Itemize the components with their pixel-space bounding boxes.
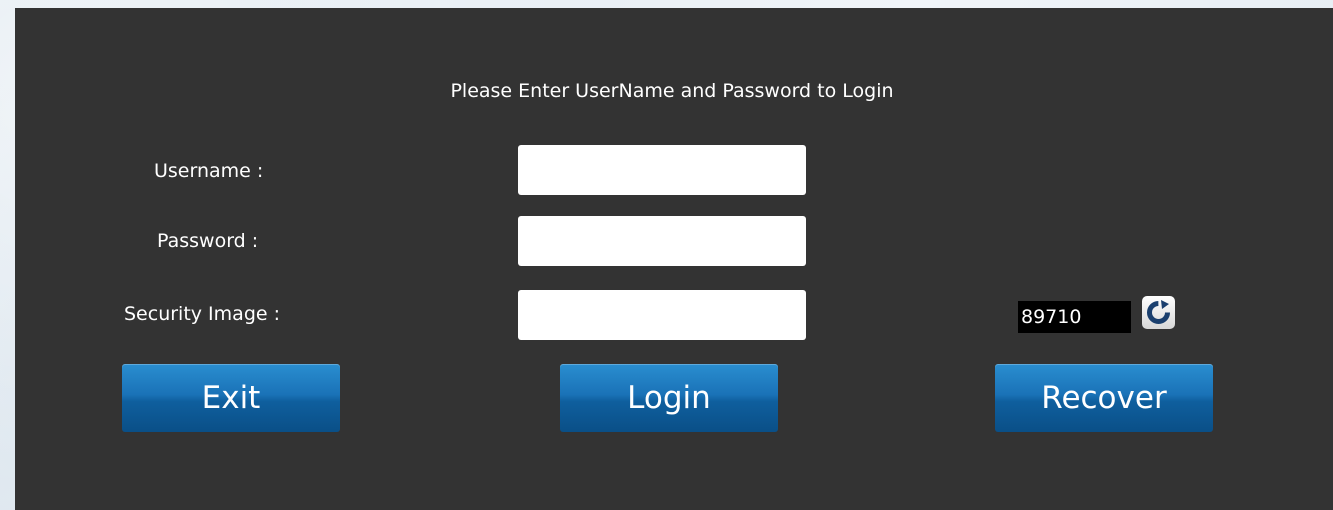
refresh-icon xyxy=(1147,300,1170,324)
security-image: 89710 xyxy=(1018,301,1131,333)
security-image-input[interactable] xyxy=(518,290,806,340)
username-label: Username : xyxy=(154,160,264,182)
login-panel: Please Enter UserName and Password to Lo… xyxy=(15,8,1333,510)
password-input[interactable] xyxy=(518,216,806,266)
recover-button[interactable]: Recover xyxy=(995,364,1213,432)
refresh-captcha-button[interactable] xyxy=(1142,296,1175,329)
password-label: Password : xyxy=(157,230,259,252)
exit-button[interactable]: Exit xyxy=(122,364,340,432)
username-input[interactable] xyxy=(518,145,806,195)
login-title: Please Enter UserName and Password to Lo… xyxy=(450,80,894,102)
security-image-label: Security Image : xyxy=(124,303,281,325)
login-button[interactable]: Login xyxy=(560,364,778,432)
